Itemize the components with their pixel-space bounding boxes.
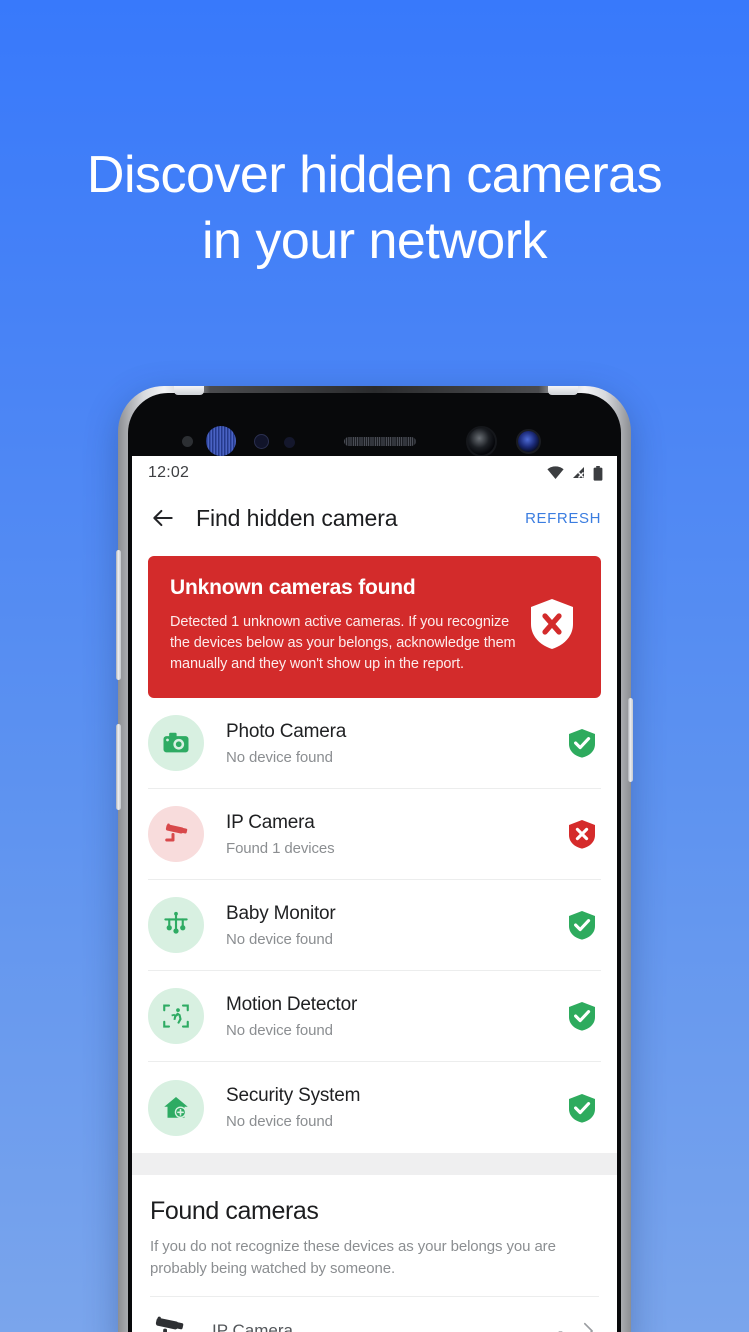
device-row-photo-camera[interactable]: Photo Camera No device found [148,698,601,789]
led-indicator-icon [284,437,295,448]
shield-check-icon [569,729,595,758]
device-subtitle: No device found [226,930,333,948]
device-text-block: IP Camera Found 1 devices [226,812,567,857]
earpiece-speaker-icon [344,437,416,446]
assistant-button[interactable] [116,724,121,810]
status-bar-icons [547,465,603,481]
found-cameras-description: If you do not recognize these devices as… [150,1238,556,1277]
device-row-motion-detector[interactable]: Motion Detector No device found [148,971,601,1062]
proximity-sensor-icon [182,436,193,447]
shield-x-icon [569,820,595,849]
phone-sensor-array [118,424,631,458]
baby-monitor-icon [148,897,204,953]
found-camera-row[interactable]: IP Camera - [150,1296,599,1332]
found-camera-detail: - [558,1322,563,1332]
device-name: IP Camera [226,811,315,833]
cellular-signal-icon [573,467,585,479]
device-name: Security System [226,1085,361,1106]
volume-button[interactable] [116,550,121,680]
device-text-block: Motion Detector No device found [226,994,567,1039]
back-arrow-icon[interactable] [150,505,176,531]
device-name: Photo Camera [226,720,347,742]
device-row-ip-camera[interactable]: IP Camera Found 1 devices [148,789,601,880]
alert-title: Unknown cameras found [170,576,416,599]
cctv-camera-icon [155,1316,184,1332]
shield-x-icon [531,599,573,649]
phone-screen: 12:02 Find hidden camera REFRESH Unknown… [132,456,617,1332]
device-subtitle: No device found [226,748,333,766]
iris-scanner-icon [206,426,236,456]
device-row-security-system[interactable]: Security System No device found [148,1062,601,1153]
device-text-block: Baby Monitor No device found [226,903,567,948]
shield-check-icon [569,911,595,940]
found-cameras-title: Found cameras [150,1197,319,1225]
unknown-cameras-alert: Unknown cameras found Detected 1 unknown… [148,556,601,698]
power-button[interactable] [628,698,633,782]
alert-text-block: Unknown cameras found Detected 1 unknown… [170,576,519,675]
device-scan-list: Photo Camera No device found IP Camera F… [132,698,617,1153]
phone-mockup: 12:02 Find hidden camera REFRESH Unknown… [116,386,633,1332]
found-camera-name: IP Camera [212,1321,293,1332]
device-subtitle: Found 1 devices [226,839,335,857]
app-bar: Find hidden camera REFRESH [132,490,617,546]
wifi-icon [547,466,564,479]
status-bar: 12:02 [132,456,617,490]
device-subtitle: No device found [226,1021,333,1039]
device-row-baby-monitor[interactable]: Baby Monitor No device found [148,880,601,971]
battery-icon [593,465,603,481]
promo-headline: Discover hidden cameras in your network [86,146,663,270]
status-bar-time: 12:02 [148,464,190,481]
device-text-block: Security System No device found [226,1085,567,1130]
antenna-band-left [174,386,204,395]
shield-check-icon [569,1002,595,1031]
section-divider [132,1153,617,1175]
alert-body: Detected 1 unknown active cameras. If yo… [170,614,516,672]
front-camera-icon [466,426,497,457]
chevron-right-icon[interactable] [577,1320,599,1332]
page-title: Find hidden camera [196,504,398,531]
motion-detector-icon [148,988,204,1044]
device-text-block: Photo Camera No device found [226,721,567,766]
device-subtitle: No device found [226,1113,333,1130]
light-sensor-icon [254,434,269,449]
photo-camera-icon [148,715,204,771]
security-system-icon [148,1079,204,1136]
device-name: Motion Detector [226,993,358,1015]
shield-check-icon [569,1093,595,1123]
device-name: Baby Monitor [226,902,336,924]
found-cameras-section: Found cameras If you do not recognize th… [132,1175,617,1332]
refresh-button[interactable]: REFRESH [525,510,601,527]
secondary-camera-icon [516,429,541,454]
antenna-band-right [548,386,578,395]
ip-camera-icon [148,806,204,862]
